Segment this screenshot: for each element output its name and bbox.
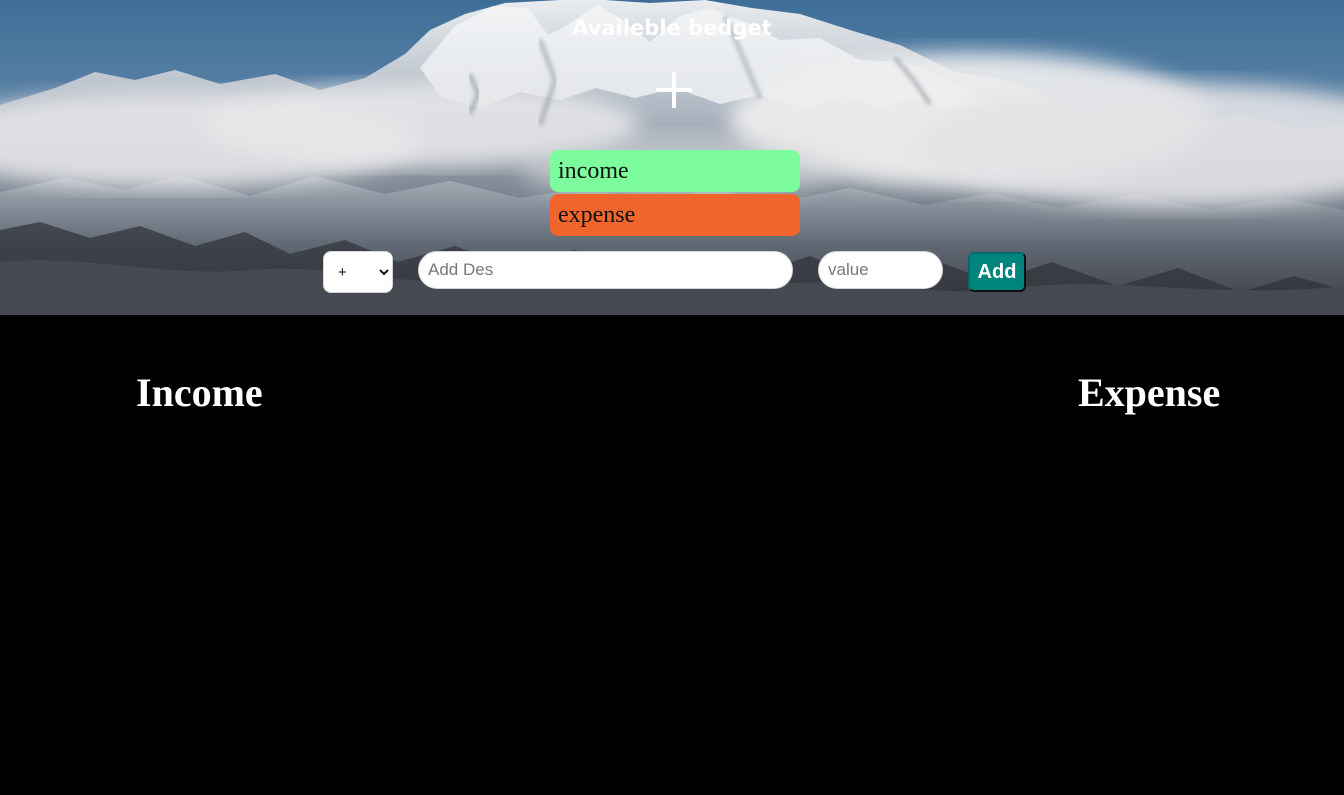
expense-summary: expense	[550, 194, 800, 236]
transaction-lists: Income Expense	[0, 315, 1344, 795]
description-input[interactable]	[418, 251, 793, 289]
transaction-type-select[interactable]: +	[323, 251, 393, 293]
add-button[interactable]: Add	[968, 252, 1026, 292]
expense-section-title: Expense	[1078, 370, 1221, 415]
value-input[interactable]	[818, 251, 943, 289]
budget-header-panel: Availeble bedget income expense + Add	[0, 0, 1344, 315]
expense-summary-label: expense	[558, 202, 636, 228]
income-summary-label: income	[558, 158, 629, 184]
transaction-form: + Add	[0, 250, 1344, 296]
plus-icon	[654, 70, 694, 110]
income-summary: income	[550, 150, 800, 192]
available-budget-title: Availeble bedget	[572, 16, 772, 40]
income-section-title: Income	[136, 370, 263, 415]
